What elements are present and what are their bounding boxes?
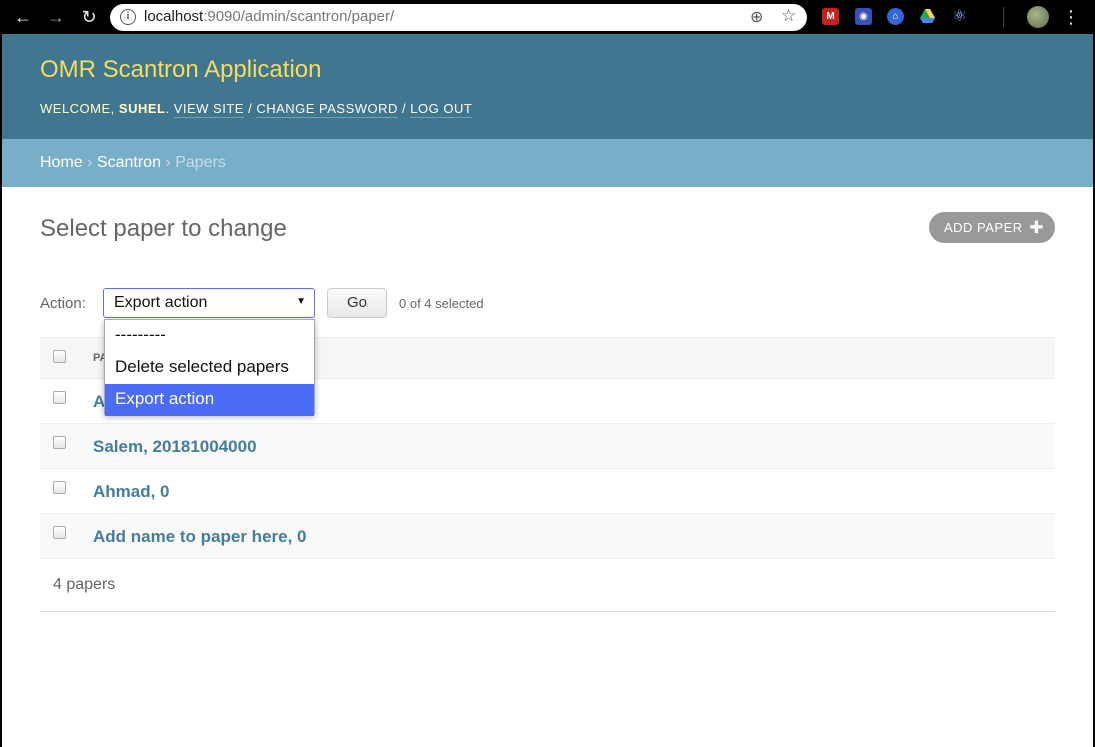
- add-paper-label: Add paper: [944, 220, 1023, 235]
- menu-icon[interactable]: ⋮: [1062, 5, 1080, 29]
- gmail-icon[interactable]: M: [822, 8, 839, 25]
- dropdown-option-delete[interactable]: Delete selected papers: [105, 352, 314, 384]
- breadcrumb-home[interactable]: Home: [40, 154, 83, 171]
- selection-counter: 0 of 4 selected: [399, 296, 484, 311]
- dropdown-option-export[interactable]: Export action: [105, 384, 314, 416]
- camera-icon[interactable]: ◉: [855, 8, 872, 25]
- plus-icon: ✚: [1029, 218, 1044, 237]
- site-title[interactable]: OMR Scantron Application: [40, 56, 321, 84]
- add-paper-button[interactable]: Add paper ✚: [929, 212, 1055, 243]
- go-button[interactable]: Go: [327, 288, 387, 318]
- avatar[interactable]: [1027, 6, 1049, 28]
- table-row: Add name to paper here, 0: [40, 514, 1055, 559]
- forward-arrow-icon[interactable]: →: [44, 5, 68, 29]
- breadcrumb-separator: ›: [87, 154, 97, 171]
- row-link[interactable]: Ahmad, 0: [93, 482, 170, 502]
- table-row: Ahmad, 0: [40, 469, 1055, 514]
- username: suhel: [118, 101, 166, 116]
- action-select[interactable]: Export action ▼: [103, 288, 315, 318]
- reload-icon[interactable]: ↻: [77, 5, 101, 29]
- select-all-checkbox[interactable]: [53, 350, 66, 363]
- breadcrumb: Home › Scantron › Papers: [2, 139, 1093, 187]
- row-checkbox[interactable]: [53, 436, 66, 449]
- url-text[interactable]: localhost:9090/admin/scantron/paper/: [144, 8, 394, 25]
- action-dropdown-list: --------- Delete selected papers Export …: [104, 319, 315, 416]
- chevron-down-icon: ▼: [296, 296, 306, 307]
- log-out-link[interactable]: Log out: [410, 101, 473, 118]
- toolbar-divider: [1003, 7, 1004, 27]
- breadcrumb-current: Papers: [175, 154, 226, 171]
- table-row: Salem, 20181004000: [40, 424, 1055, 469]
- atom-icon[interactable]: ⚛: [951, 8, 968, 25]
- admin-page: OMR Scantron Application Welcome, suhel.…: [2, 34, 1093, 747]
- page-title: Select paper to change: [40, 215, 287, 242]
- museum-icon[interactable]: ⌂: [887, 8, 904, 25]
- browser-toolbar: ← → ↻ i localhost:9090/admin/scantron/pa…: [0, 0, 1095, 34]
- breadcrumb-separator: ›: [165, 154, 176, 171]
- site-header: OMR Scantron Application Welcome, suhel.…: [2, 34, 1093, 139]
- action-select-value: Export action: [114, 294, 208, 311]
- drive-icon[interactable]: [919, 8, 936, 25]
- breadcrumb-app[interactable]: Scantron: [97, 154, 161, 171]
- paginator: 4 papers: [40, 559, 1055, 612]
- row-link[interactable]: Add name to paper here, 0: [93, 527, 307, 547]
- dropdown-option-empty[interactable]: ---------: [105, 320, 314, 352]
- row-link[interactable]: Salem, 20181004000: [93, 437, 257, 457]
- address-bar[interactable]: i localhost:9090/admin/scantron/paper/ ⊕…: [110, 4, 807, 31]
- change-password-link[interactable]: Change password: [256, 101, 398, 118]
- welcome-text: Welcome,: [40, 101, 115, 116]
- row-checkbox[interactable]: [53, 391, 66, 404]
- view-site-link[interactable]: View site: [173, 101, 244, 118]
- zoom-icon[interactable]: ⊕: [750, 7, 763, 27]
- user-tools: Welcome, suhel. View site / Change passw…: [40, 101, 473, 118]
- action-label: Action:: [40, 295, 86, 312]
- info-icon[interactable]: i: [120, 9, 136, 25]
- row-checkbox[interactable]: [53, 526, 66, 539]
- row-checkbox[interactable]: [53, 481, 66, 494]
- bookmark-star-icon[interactable]: ☆: [781, 6, 796, 26]
- back-arrow-icon[interactable]: ←: [11, 5, 35, 29]
